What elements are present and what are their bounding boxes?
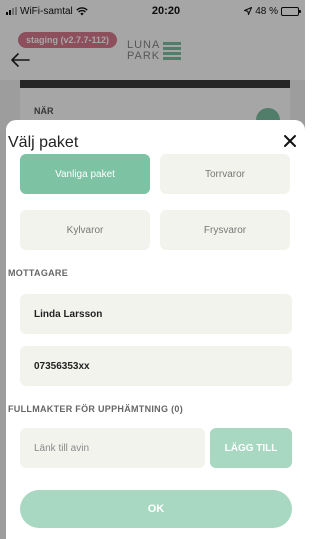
recipient-name-field[interactable]: Linda Larsson — [20, 294, 292, 334]
package-option-vanliga[interactable]: Vanliga paket — [20, 154, 150, 194]
recipient-phone-field[interactable]: 07356353xx — [20, 346, 292, 386]
package-sheet: Välj paket Vanliga paket Torrvaror Kylva… — [6, 120, 305, 539]
package-option-frysvaror[interactable]: Frysvaror — [160, 210, 290, 250]
package-option-kylvaror[interactable]: Kylvaror — [20, 210, 150, 250]
avi-link-input[interactable]: Länk till avin — [20, 428, 205, 468]
package-option-torrvaror[interactable]: Torrvaror — [160, 154, 290, 194]
add-proxy-button[interactable]: LÄGG TILL — [210, 428, 292, 468]
proxy-section-label: FULLMAKTER FÖR UPPHÄMTNING (0) — [8, 404, 183, 414]
close-icon[interactable] — [281, 132, 299, 150]
sheet-title: Välj paket — [8, 134, 79, 151]
ok-button[interactable]: OK — [20, 490, 292, 528]
recipient-section-label: MOTTAGARE — [8, 268, 69, 278]
